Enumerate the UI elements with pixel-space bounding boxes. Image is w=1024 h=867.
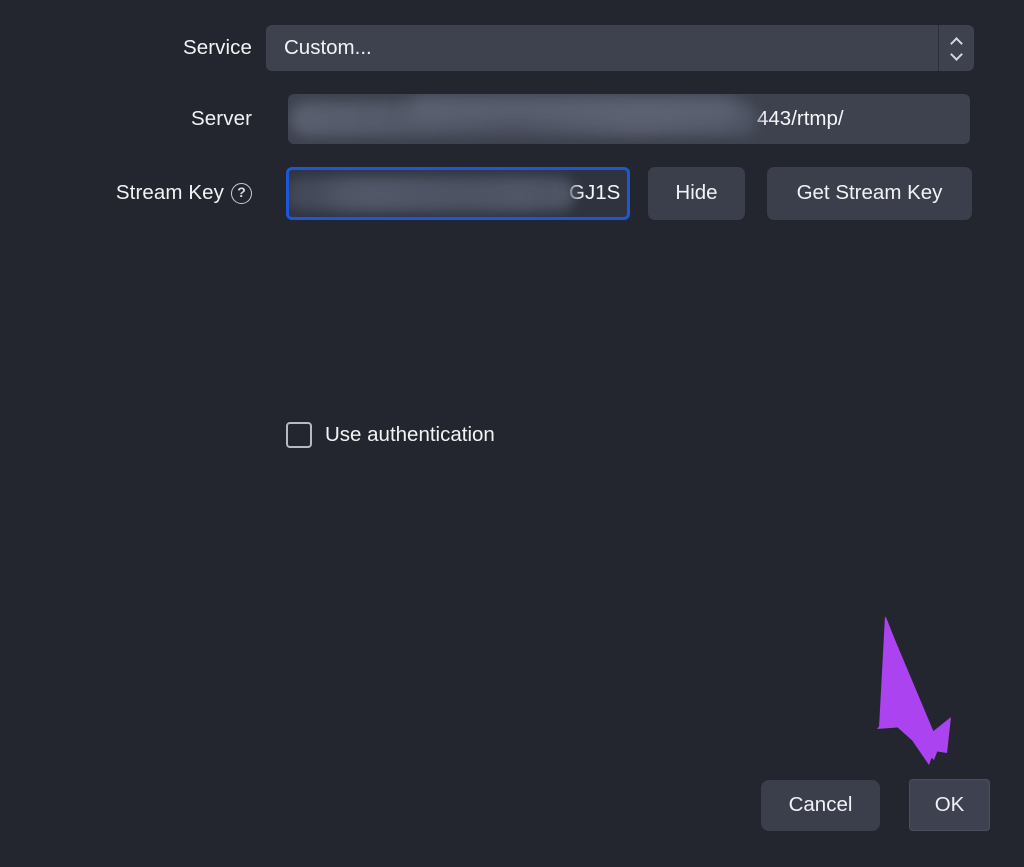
- dialog-button-bar: Cancel OK: [761, 779, 990, 831]
- cancel-button[interactable]: Cancel: [761, 779, 880, 831]
- ok-button[interactable]: OK: [909, 779, 990, 831]
- service-combobox-value[interactable]: Custom...: [266, 25, 938, 71]
- server-redaction-overlay: [290, 102, 758, 136]
- server-label-cell: Server: [0, 107, 266, 131]
- use-authentication-label: Use authentication: [325, 423, 495, 446]
- service-combobox[interactable]: Custom...: [266, 25, 974, 71]
- stream-key-input[interactable]: GJ1S: [286, 166, 630, 220]
- service-row: Service Custom...: [0, 12, 1024, 84]
- stream-settings-form: Service Custom... Server 443/rtmp/ Strea…: [0, 0, 1024, 226]
- stream-key-label-cell: Stream Key ?: [0, 181, 266, 205]
- stream-key-input-value: GJ1S: [569, 181, 621, 204]
- use-authentication-checkbox[interactable]: [286, 422, 312, 448]
- stream-key-label: Stream Key: [115, 181, 224, 204]
- service-label-cell: Service: [0, 36, 266, 60]
- stream-key-row: Stream Key ? GJ1S Hide Get Stream Key: [0, 160, 1024, 226]
- chevron-down-icon[interactable]: [951, 51, 962, 58]
- stream-key-redaction-overlay: [289, 176, 575, 211]
- stream-key-redaction-overlay-secondary: [329, 183, 539, 206]
- service-combobox-spinner[interactable]: [938, 25, 974, 71]
- question-mark-help-icon[interactable]: ?: [231, 182, 252, 204]
- server-input-value: 443/rtmp/: [757, 107, 844, 130]
- arrow-down-right-annotation: [877, 616, 951, 765]
- server-row: Server 443/rtmp/: [0, 86, 1024, 152]
- hide-stream-key-button[interactable]: Hide: [648, 166, 745, 220]
- server-label: Server: [191, 107, 252, 130]
- use-authentication-row[interactable]: Use authentication: [286, 422, 495, 448]
- get-stream-key-button[interactable]: Get Stream Key: [767, 166, 972, 220]
- server-redaction-overlay-secondary: [408, 96, 738, 122]
- service-label: Service: [182, 36, 252, 59]
- chevron-up-icon[interactable]: [951, 38, 962, 45]
- server-input[interactable]: 443/rtmp/: [288, 94, 970, 144]
